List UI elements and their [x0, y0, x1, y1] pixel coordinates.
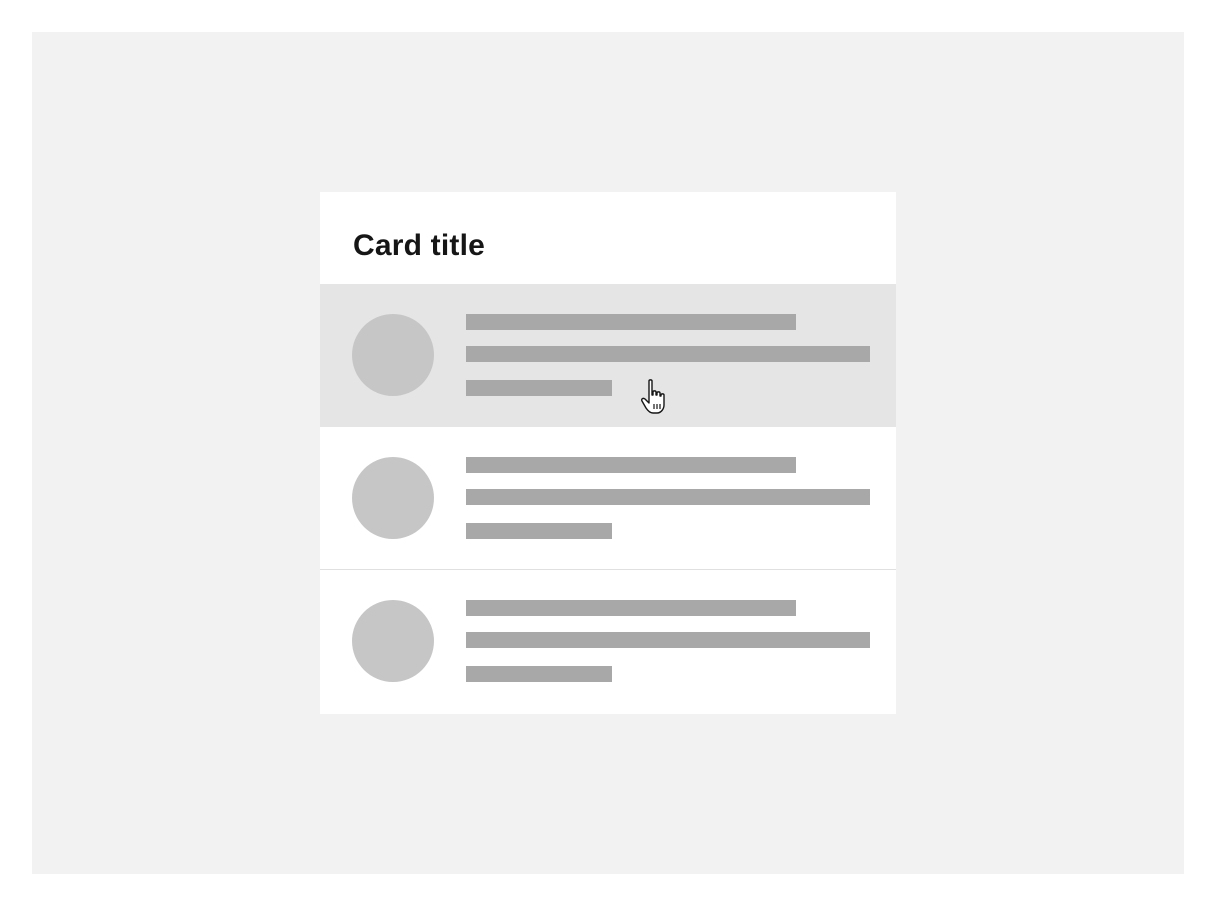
text-placeholder-line	[466, 666, 612, 682]
text-placeholder-line	[466, 489, 870, 505]
text-placeholder-line	[466, 523, 612, 539]
card-header: Card title	[320, 192, 896, 284]
avatar-placeholder	[352, 457, 434, 539]
text-placeholder-line	[466, 632, 870, 648]
text-placeholder-line	[466, 457, 796, 473]
card-title: Card title	[353, 229, 486, 262]
avatar-placeholder	[352, 314, 434, 396]
avatar-placeholder	[352, 600, 434, 682]
hand-pointer-cursor-icon	[641, 379, 665, 414]
text-placeholder-line	[466, 346, 870, 362]
text-placeholder-line	[466, 380, 612, 396]
text-placeholder-line	[466, 600, 796, 616]
list-item[interactable]	[320, 284, 896, 427]
text-placeholder-line	[466, 314, 796, 330]
list-item[interactable]	[320, 427, 896, 570]
card: Card title	[320, 192, 896, 714]
list-item[interactable]	[320, 570, 896, 713]
